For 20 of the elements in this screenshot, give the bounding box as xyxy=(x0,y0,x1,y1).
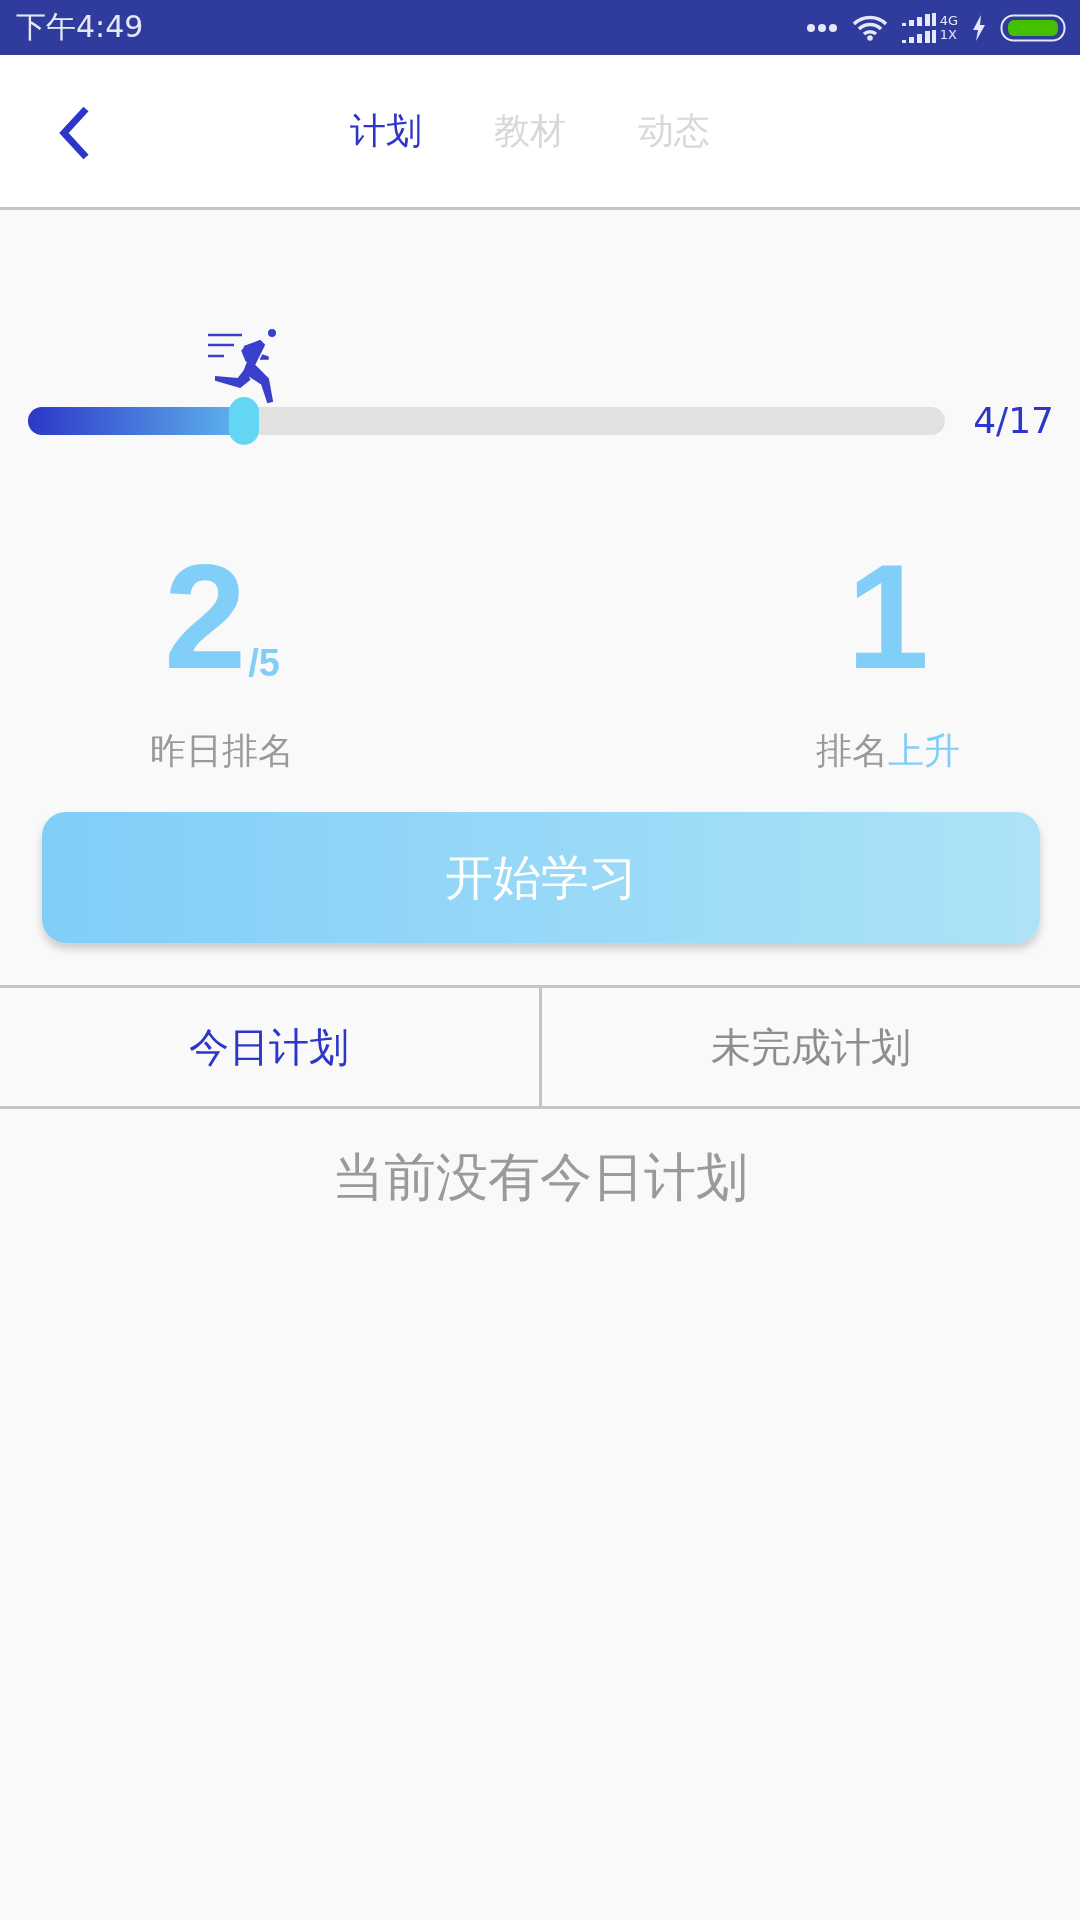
battery-icon xyxy=(1000,13,1066,42)
stat-label: 排名上升 xyxy=(816,730,960,771)
stat-value: 1 xyxy=(846,547,930,687)
progress-thumb[interactable] xyxy=(228,397,259,445)
plan-tab[interactable]: 今日计划 xyxy=(0,988,539,1106)
stat-value: 2 xyxy=(164,547,247,687)
network-label: 4G xyxy=(939,13,958,28)
more-icon xyxy=(805,22,838,33)
status-time: 下午4:49 xyxy=(16,8,144,46)
header-tab[interactable]: 计划 xyxy=(350,107,422,156)
network-label: 1X xyxy=(939,27,958,42)
wifi-icon xyxy=(851,14,888,41)
plan-tab[interactable]: 未完成计划 xyxy=(538,988,1080,1106)
progress-reading: 4/17 xyxy=(973,400,1054,441)
stat-label: 昨日排名 xyxy=(150,730,294,771)
charging-icon xyxy=(972,14,986,41)
empty-message: 当前没有今日计划 xyxy=(332,1147,748,1207)
signal-icon xyxy=(901,12,936,43)
start-study-button[interactable]: 开始学习 xyxy=(42,812,1040,943)
stat-total: /5 xyxy=(248,641,280,686)
